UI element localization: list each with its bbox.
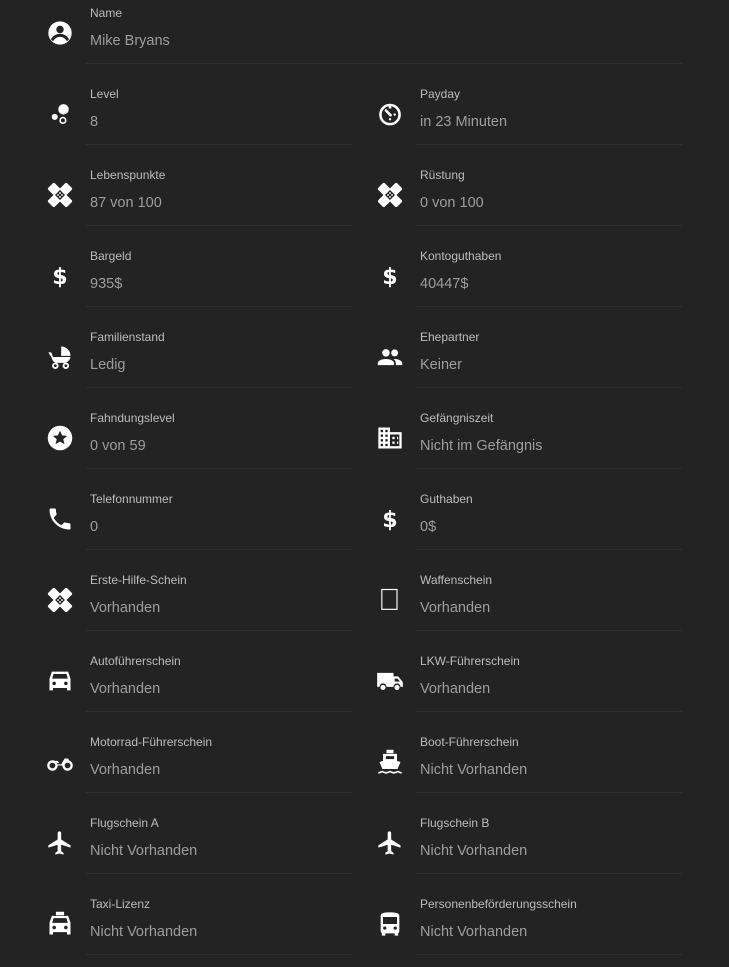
info-row: Level 8 Payday in 23 Minuten <box>0 81 729 162</box>
info-value: Nicht im Gefängnis <box>420 438 543 454</box>
divider <box>416 225 682 226</box>
info-row: Familienstand Ledig Ehepartner Keiner <box>0 324 729 405</box>
info-row-name: Name Mike Bryans <box>0 0 729 81</box>
divider <box>416 630 682 631</box>
info-item-flight-license-b: Flugschein B Nicht Vorhanden <box>0 810 729 891</box>
people-icon <box>376 343 404 371</box>
info-row: Fahndungslevel 0 von 59 Gefängniszeit Ni… <box>0 405 729 486</box>
info-label: Guthaben <box>420 492 473 506</box>
info-value: in 23 Minuten <box>420 114 508 130</box>
info-label: Gefängniszeit <box>420 411 494 425</box>
info-item-passenger-transport-license: Personenbeförderungsschein Nicht Vorhand… <box>0 891 729 967</box>
info-value: Mike Bryans <box>90 33 170 49</box>
truck-icon <box>376 667 404 695</box>
divider <box>416 468 682 469</box>
info-value: 0$ <box>420 519 437 535</box>
info-label: Name <box>90 6 123 20</box>
info-value: 0 von 100 <box>420 195 484 211</box>
info-item-bank-balance: $ Kontoguthaben 40447$ <box>0 243 729 324</box>
info-item-weapon-license: Waffenschein Vorhanden <box>0 567 729 648</box>
info-item-name: Name Mike Bryans <box>0 0 729 81</box>
divider <box>86 63 682 64</box>
info-value: Nicht Vorhanden <box>420 762 528 778</box>
info-value: Keiner <box>420 357 462 373</box>
info-row: Erste-Hilfe-Schein Vorhanden Waffenschei… <box>0 567 729 648</box>
account-circle-icon <box>46 19 74 47</box>
dollar-icon: $ <box>376 505 404 533</box>
info-item-boat-license: Boot-Führerschein Nicht Vorhanden <box>0 729 729 810</box>
info-row: Autoführerschein Vorhanden LKW-Führersch… <box>0 648 729 729</box>
info-label: Rüstung <box>420 168 465 182</box>
info-value: Vorhanden <box>420 681 491 697</box>
divider <box>416 306 682 307</box>
info-label: Ehepartner <box>420 330 480 344</box>
info-item-truck-license: LKW-Führerschein Vorhanden <box>0 648 729 729</box>
divider <box>416 144 682 145</box>
svg-text:$: $ <box>382 507 397 533</box>
character-info-panel: Name Mike Bryans Level 8 Payday in 23 Mi… <box>0 0 729 967</box>
info-item-payday: Payday in 23 Minuten <box>0 81 729 162</box>
info-label: Kontoguthaben <box>420 249 502 263</box>
info-item-armor: Rüstung 0 von 100 <box>0 162 729 243</box>
info-label: Payday <box>420 87 461 101</box>
info-label: LKW-Führerschein <box>420 654 520 668</box>
info-item-jail-time: Gefängniszeit Nicht im Gefängnis <box>0 405 729 486</box>
timer-icon <box>376 100 404 128</box>
info-item-spouse: Ehepartner Keiner <box>0 324 729 405</box>
building-icon <box>376 424 404 452</box>
info-row: Taxi-Lizenz Nicht Vorhanden Personenbefö… <box>0 891 729 967</box>
svg-text:$: $ <box>382 264 397 290</box>
missing-glyph-icon <box>376 586 404 614</box>
divider <box>416 873 682 874</box>
divider <box>416 711 682 712</box>
divider <box>416 549 682 550</box>
info-label: Waffenschein <box>420 573 493 587</box>
info-value: Nicht Vorhanden <box>420 843 528 859</box>
info-value: Nicht Vorhanden <box>420 924 528 940</box>
info-item-phone-credit: $ Guthaben 0$ <box>0 486 729 567</box>
info-row: Lebenspunkte 87 von 100 Rüstung 0 von 10… <box>0 162 729 243</box>
info-row: $ Bargeld 935$ $ Kontoguthaben 40447$ <box>0 243 729 324</box>
divider <box>416 792 682 793</box>
info-value: Vorhanden <box>420 600 491 616</box>
bandage-icon <box>376 181 404 209</box>
info-row: Telefonnummer 0 $ Guthaben 0$ <box>0 486 729 567</box>
airplane-icon <box>376 829 404 857</box>
bus-icon <box>376 910 404 938</box>
dollar-icon: $ <box>376 262 404 290</box>
info-row: Flugschein A Nicht Vorhanden Flugschein … <box>0 810 729 891</box>
info-value: 40447$ <box>420 276 469 292</box>
divider <box>416 387 682 388</box>
ship-icon <box>376 748 404 776</box>
info-label: Boot-Führerschein <box>420 735 519 749</box>
divider <box>416 954 682 955</box>
info-row: Motorrad-Führerschein Vorhanden Boot-Füh… <box>0 729 729 810</box>
info-label: Flugschein B <box>420 816 490 830</box>
info-label: Personenbeförderungsschein <box>420 897 577 911</box>
